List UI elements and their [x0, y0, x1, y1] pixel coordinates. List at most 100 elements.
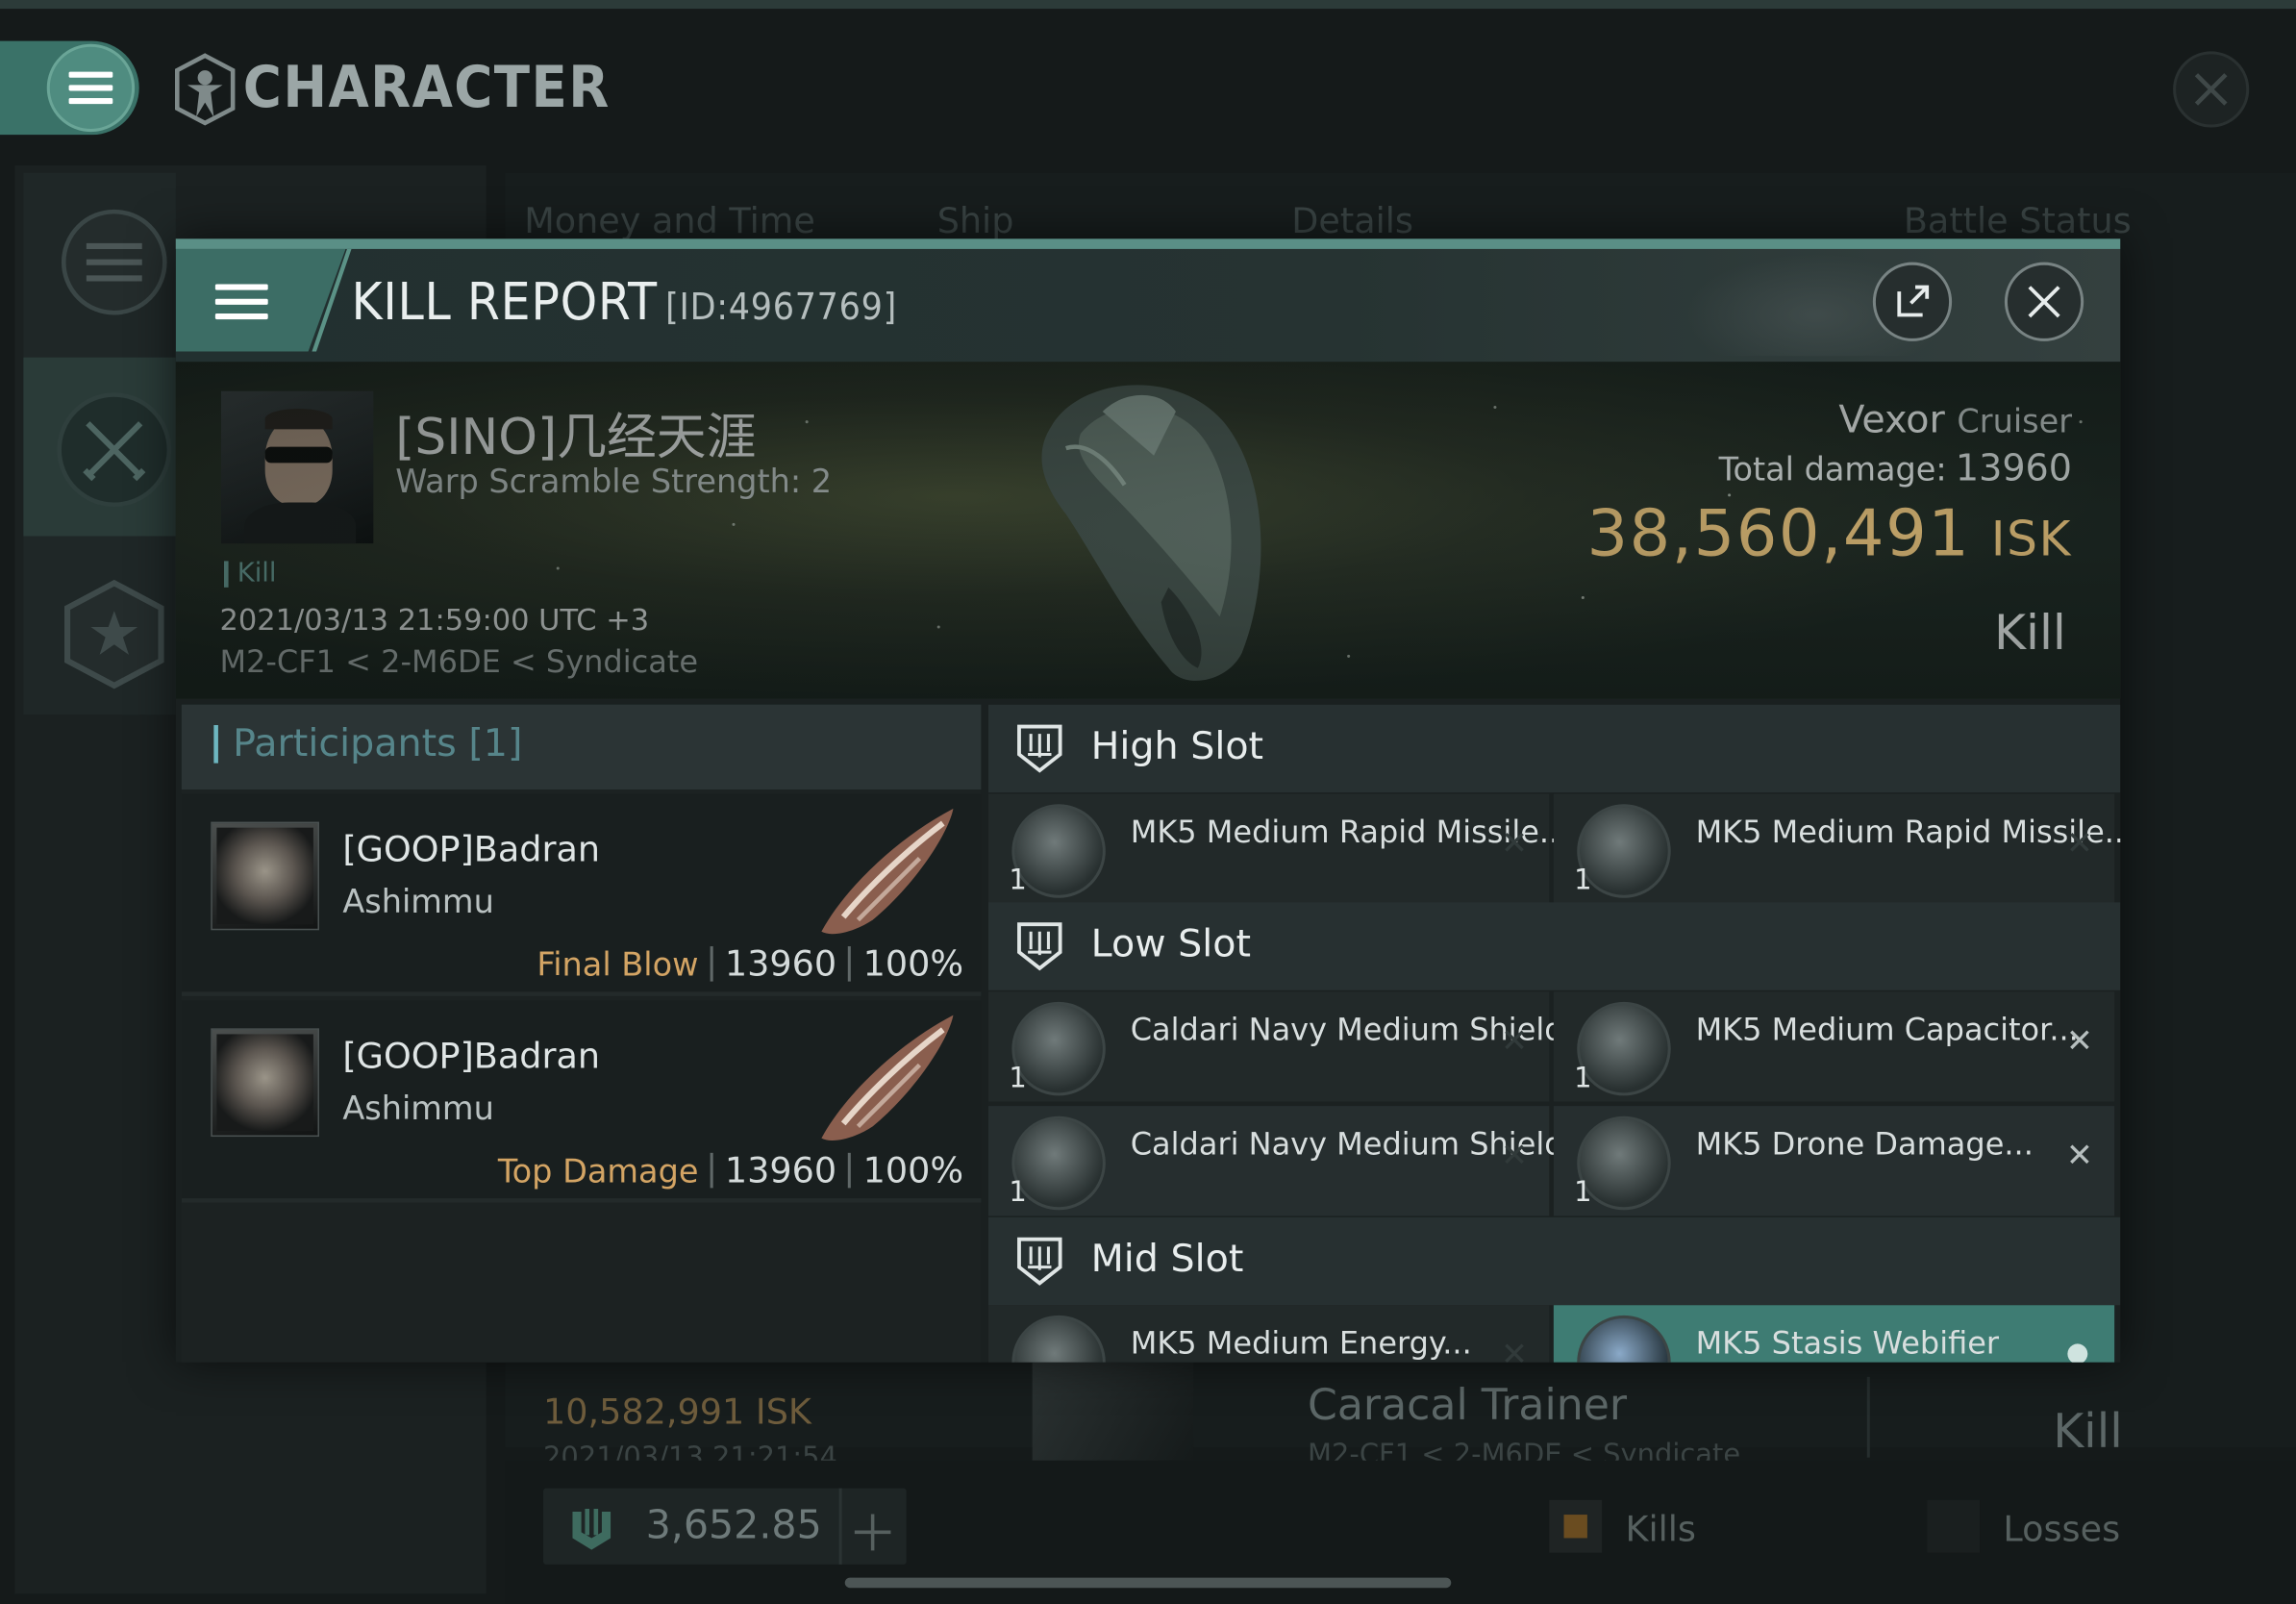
- bg-row-isk: 10,582,991 ISK: [543, 1391, 811, 1433]
- stat-divider: [710, 1152, 713, 1189]
- victim-portrait[interactable]: [220, 390, 374, 544]
- slot-item[interactable]: 1 Caldari Navy Medium Shield ... ✕: [987, 991, 1603, 1102]
- participant-ship: Ashimmu: [342, 1090, 494, 1128]
- destroyed-x-icon: ✕: [2065, 826, 2093, 864]
- avatar-face: [216, 1034, 313, 1131]
- participant-percent: 100%: [862, 942, 964, 985]
- scrollbar[interactable]: [844, 1577, 1452, 1589]
- slot-qty: 1: [1574, 1176, 1592, 1209]
- wallet-value: 3,652.85: [645, 1502, 822, 1549]
- kill-time: 2021/03/13 21:59:00 UTC +3: [219, 602, 650, 638]
- slot-item-name: Caldari Navy Medium Shield ...: [1130, 1126, 1604, 1162]
- kill-result: Kill: [1994, 603, 2066, 662]
- main-menu-button[interactable]: [46, 43, 136, 133]
- slot-item[interactable]: 1 Caldari Navy Medium Shield ... ✕: [987, 1106, 1603, 1216]
- portrait-face: [264, 417, 333, 506]
- external-link-icon: [1897, 285, 1930, 317]
- bg-row-ship-image: [1032, 1362, 1194, 1466]
- kills-label: Kills: [1625, 1508, 1696, 1550]
- page-title: CHARACTER: [242, 55, 611, 122]
- sidebar-item-medals[interactable]: [62, 579, 167, 690]
- participants-panel: Participants [1] [GOOP]Badran Ashimmu Fi…: [181, 704, 982, 1363]
- avatar-face: [216, 827, 313, 925]
- kills-checkbox[interactable]: [1549, 1499, 1603, 1553]
- kill-report-title: KILL REPORT [ID:4967769]: [352, 274, 898, 333]
- losses-label: Losses: [2003, 1508, 2121, 1550]
- participant-stats: Final Blow 13960 100%: [537, 943, 963, 985]
- kill-location: M2-CF1 < 2-M6DE < Syndicate: [219, 644, 699, 680]
- bg-row-ship: Caracal Trainer: [1308, 1379, 1628, 1430]
- mid-slot-title: Mid Slot: [1090, 1238, 1244, 1282]
- slot-qty: 1: [1009, 1062, 1027, 1094]
- kills-checkbox-mark: [1563, 1515, 1587, 1539]
- losses-checkbox[interactable]: [1927, 1499, 1981, 1553]
- slot-shield-icon: [1017, 724, 1062, 773]
- victim-ship-class: Cruiser: [1957, 404, 2072, 441]
- warp-scramble: Warp Scramble Strength: 2: [395, 464, 833, 501]
- slot-item-name: MK5 Medium Energy...: [1130, 1325, 1472, 1362]
- wallet-divider: [838, 1488, 842, 1565]
- ashimmu-ship-image: [821, 808, 954, 935]
- victim-ship-name: Vexor: [1838, 398, 1945, 443]
- slot-item[interactable]: 1 MK5 Medium Rapid Missile... ✕: [987, 793, 1568, 904]
- stat-divider: [710, 946, 713, 982]
- kill-tag: Kill: [224, 561, 277, 588]
- participant-name: [GOOP]Badran: [342, 829, 601, 870]
- destroyed-x-icon: ✕: [1501, 1337, 1529, 1363]
- high-slot-header: High Slot: [987, 704, 2121, 793]
- slot-item-name: MK5 Medium Rapid Missile...: [1695, 814, 2121, 850]
- tab-battle-status[interactable]: Battle Status: [1904, 201, 2132, 242]
- kill-report-window: KILL REPORT [ID:4967769] [SINO]几经天涯 Warp …: [175, 238, 2121, 1363]
- slot-item-name: MK5 Stasis Webifier: [1695, 1325, 2000, 1362]
- menu-icon: [68, 71, 113, 105]
- participant-avatar: [211, 821, 320, 931]
- star-badge-icon: [64, 579, 164, 689]
- wallet-box: 3,652.85 ＋: [543, 1488, 907, 1566]
- destroyed-x-icon: ✕: [1501, 826, 1529, 864]
- isk-icon: [572, 1508, 611, 1550]
- slot-item-name: MK5 Drone Damage...: [1695, 1126, 2034, 1162]
- slot-qty: 1: [1009, 1176, 1027, 1209]
- portrait-hair: [264, 408, 333, 430]
- isk-unit: ISK: [1990, 510, 2072, 567]
- slot-item[interactable]: 1 MK5 Stasis Webifier ●: [1553, 1305, 2115, 1363]
- slot-item[interactable]: 1 MK5 Medium Capacitor... ✕: [1553, 991, 2115, 1102]
- participant-avatar: [211, 1028, 320, 1138]
- window-close-button[interactable]: [2173, 51, 2250, 128]
- participant-ship: Ashimmu: [342, 885, 494, 922]
- dropped-person-icon: ●: [2065, 1337, 2089, 1363]
- kill-report-close-button[interactable]: [2004, 262, 2084, 341]
- slot-qty: 1: [1009, 864, 1027, 897]
- slot-item-name: MK5 Medium Capacitor...: [1695, 1012, 2079, 1048]
- slot-item[interactable]: 1 MK5 Medium Rapid Missile... ✕: [1553, 793, 2120, 904]
- participant-row[interactable]: [GOOP]Badran Ashimmu Final Blow 13960 100%: [181, 793, 982, 996]
- kill-report-id: [ID:4967769]: [665, 286, 898, 329]
- tab-details[interactable]: Details: [1291, 201, 1413, 242]
- share-button[interactable]: [1872, 262, 1953, 341]
- participant-percent: 100%: [862, 1149, 964, 1191]
- close-icon: [2194, 73, 2228, 106]
- tab-ship[interactable]: Ship: [937, 201, 1014, 242]
- sidebar-item-combat[interactable]: [57, 392, 172, 508]
- background-kill-row[interactable]: 10,582,991 ISK 2021/03/13 21:21:54 Carac…: [520, 1362, 2296, 1473]
- slot-item[interactable]: 1 MK5 Medium Energy... ✕: [987, 1305, 1550, 1363]
- high-slot-title: High Slot: [1090, 725, 1264, 769]
- participant-name: [GOOP]Badran: [342, 1035, 601, 1077]
- slot-item[interactable]: 1 MK5 Drone Damage... ✕: [1553, 1106, 2115, 1216]
- participant-row[interactable]: [GOOP]Badran Ashimmu Top Damage 13960 100%: [181, 1000, 982, 1203]
- list-icon: [86, 242, 142, 282]
- participants-title: Participants: [233, 721, 457, 766]
- participant-damage: 13960: [724, 942, 837, 985]
- portrait-jacket: [244, 502, 357, 544]
- sidebar-item-menu[interactable]: [61, 209, 167, 315]
- crossed-swords-icon: [83, 421, 146, 482]
- destroyed-x-icon: ✕: [1501, 1138, 1529, 1175]
- tab-money-time[interactable]: Money and Time: [524, 201, 815, 242]
- stat-divider: [848, 946, 852, 982]
- slot-qty: 1: [1574, 1062, 1592, 1094]
- add-isk-button[interactable]: ＋: [848, 1494, 898, 1566]
- kill-report-accent-line: [175, 238, 2121, 249]
- portrait-sunglasses: [264, 446, 333, 464]
- total-damage-value: 13960: [1955, 446, 2072, 489]
- energy-module-icon: [1011, 1315, 1106, 1363]
